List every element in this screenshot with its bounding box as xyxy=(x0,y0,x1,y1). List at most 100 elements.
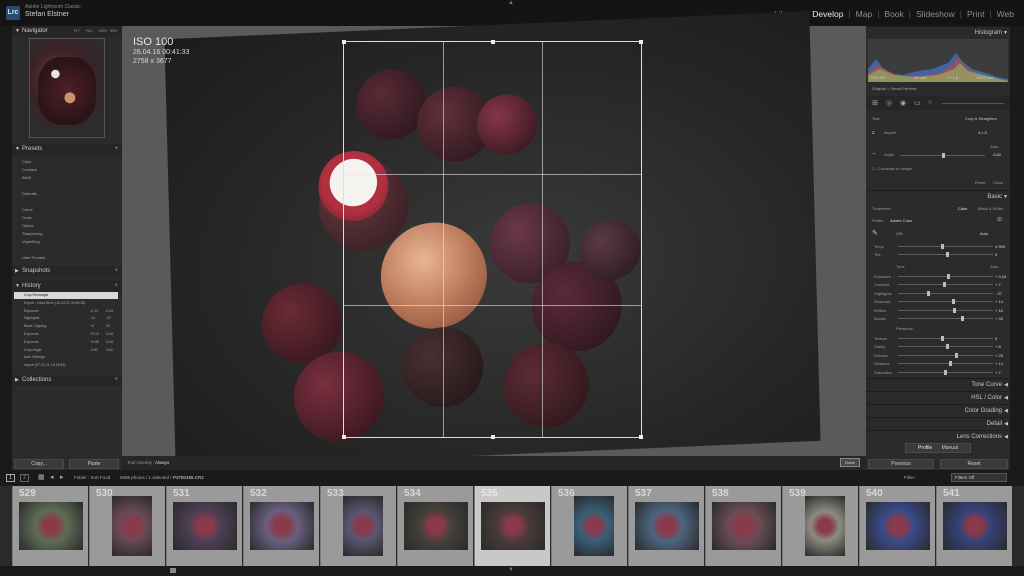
thumbnail[interactable] xyxy=(574,496,614,556)
filmstrip-cell[interactable]: 532 xyxy=(243,486,319,566)
treatment-color[interactable]: Color xyxy=(958,206,968,211)
collections-header[interactable]: ▶ Collections + xyxy=(12,375,122,386)
grid-view-icon[interactable]: ▦ xyxy=(38,473,45,481)
slider-value[interactable]: 0 xyxy=(995,336,997,341)
history-step[interactable]: Crop Rectangle xyxy=(14,292,118,299)
navigator-preview[interactable] xyxy=(29,38,105,138)
treatment-bw[interactable]: Black & White xyxy=(978,206,1003,211)
history-step[interactable]: Black Clipping +4 33 xyxy=(14,323,118,330)
red-eye-icon[interactable]: ◉ xyxy=(900,99,906,107)
slider-value[interactable]: + 33 xyxy=(995,316,1003,321)
forward-icon[interactable]: ▸ xyxy=(60,473,64,481)
navigator-header[interactable]: ▼ Navigator FIT FILL 100% 33% xyxy=(12,26,122,37)
preset-group[interactable]: Grain xyxy=(22,215,32,220)
crop-close-button[interactable]: Close xyxy=(993,180,1003,185)
previous-button[interactable]: Previous xyxy=(868,459,934,469)
thumbnail[interactable] xyxy=(343,496,383,556)
section-header[interactable]: HSL / Color ◀ xyxy=(866,391,1010,403)
slider-knob[interactable] xyxy=(953,307,957,313)
preset-group[interactable]: Optics xyxy=(22,223,33,228)
history-step[interactable]: Exposure +0.56 0.04 xyxy=(14,339,118,346)
thumbnail[interactable] xyxy=(481,502,545,550)
zoom-100[interactable]: 100% xyxy=(98,26,107,37)
thumbnail[interactable] xyxy=(635,502,699,550)
preset-group[interactable]: Sharpening xyxy=(22,231,42,236)
filmstrip-cell[interactable]: 541 xyxy=(936,486,1012,566)
adjust-slider[interactable] xyxy=(898,252,993,257)
clear-history-icon[interactable]: × xyxy=(114,281,118,292)
crop-handle[interactable] xyxy=(639,435,643,439)
zoom-fill[interactable]: FILL xyxy=(86,26,93,37)
crop-overlay[interactable] xyxy=(342,40,643,439)
thumbnail[interactable] xyxy=(712,502,776,550)
angle-slider-knob[interactable] xyxy=(942,153,945,158)
add-snapshot-icon[interactable]: + xyxy=(114,266,118,277)
slider-knob[interactable] xyxy=(949,361,953,367)
slider-knob[interactable] xyxy=(960,316,964,321)
snapshots-header[interactable]: ▶ Snapshots + xyxy=(12,266,122,277)
history-step[interactable]: Highlights -14 -37 xyxy=(14,315,118,322)
slider-value[interactable]: + 14 xyxy=(995,361,1003,366)
module-slideshow[interactable]: Slideshow xyxy=(916,9,955,19)
adjust-slider[interactable] xyxy=(898,307,993,313)
preset-group[interactable]: User Presets xyxy=(22,255,45,260)
thumbnail[interactable] xyxy=(250,502,314,550)
source-path[interactable]: Folder : Sort Food xyxy=(74,475,110,480)
section-header[interactable]: Tone Curve ◀ xyxy=(866,378,1010,390)
filmstrip-cell[interactable]: 530 xyxy=(89,486,165,566)
history-step[interactable]: Import (27.02.21 18:13:54) xyxy=(14,362,118,369)
reset-button[interactable]: Reset xyxy=(940,459,1008,469)
module-print[interactable]: Print xyxy=(967,9,984,19)
adjust-slider[interactable] xyxy=(898,352,993,358)
preset-group[interactable]: B&W xyxy=(22,175,31,180)
slider-knob[interactable] xyxy=(942,282,946,288)
slider-knob[interactable] xyxy=(955,352,958,358)
adjust-slider[interactable] xyxy=(898,274,993,279)
adjust-slider[interactable] xyxy=(898,344,993,350)
thumbnail[interactable] xyxy=(943,502,1007,550)
adjust-slider[interactable] xyxy=(898,369,993,375)
constrain-checkbox[interactable]: ☐ xyxy=(872,166,876,171)
zoom-fit[interactable]: FIT xyxy=(74,26,79,37)
slider-knob[interactable] xyxy=(943,369,947,375)
slider-knob[interactable] xyxy=(945,252,949,257)
add-preset-icon[interactable]: + xyxy=(114,144,118,155)
filmstrip-cell[interactable]: 536 xyxy=(551,486,627,566)
crop-handle[interactable] xyxy=(491,435,495,439)
aspect-select[interactable]: 4 x 5 xyxy=(978,130,987,135)
add-collection-icon[interactable]: + xyxy=(114,375,118,386)
history-step[interactable]: Export - Hard Drive (16.03.21 09:46:18) xyxy=(14,300,118,307)
crop-reset-button[interactable]: Reset xyxy=(975,180,985,185)
slider-value[interactable]: + 16 xyxy=(995,308,1003,313)
profile-browser-icon[interactable]: ⊞ xyxy=(997,216,1002,223)
angle-value[interactable]: -3.62 xyxy=(992,152,1001,157)
slider-value[interactable]: + 8 xyxy=(995,344,1001,349)
thumbnail[interactable] xyxy=(112,496,152,556)
filmstrip-cell[interactable]: 533 xyxy=(320,486,396,566)
filmstrip-scrollbar[interactable]: ▼ xyxy=(0,566,1024,576)
slider-value[interactable]: - 37 xyxy=(995,291,1002,296)
history-header[interactable]: ▼ History × xyxy=(12,281,122,292)
profile-select[interactable]: Adobe Color xyxy=(890,218,912,223)
thumbnail[interactable] xyxy=(173,502,237,550)
basic-header[interactable]: Basic ▼ xyxy=(866,190,1010,202)
history-step[interactable]: Exposure +0.10 0.04 xyxy=(14,331,118,338)
angle-slider[interactable] xyxy=(900,153,985,158)
adjust-slider[interactable] xyxy=(898,244,993,249)
histogram[interactable]: ISO 100 35 mm f / 1,8 1/800 sec xyxy=(868,39,1008,82)
filmstrip-cell[interactable]: 538 xyxy=(705,486,781,566)
scrollbar-thumb[interactable] xyxy=(170,568,176,573)
radial-filter-icon[interactable]: ○ xyxy=(928,99,932,106)
slider-knob[interactable] xyxy=(947,274,951,279)
slider-knob[interactable] xyxy=(940,244,944,249)
straighten-tool-icon[interactable]: ⊸ xyxy=(872,151,875,156)
spot-removal-icon[interactable]: ◎ xyxy=(886,99,892,107)
crop-handle[interactable] xyxy=(491,40,495,44)
adjust-slider[interactable] xyxy=(898,316,993,321)
histogram-header[interactable]: Histogram ▼ xyxy=(866,26,1010,38)
crop-handle[interactable] xyxy=(342,40,346,44)
filter-select[interactable]: Filters Off xyxy=(951,473,1007,482)
slider-value[interactable]: 0 xyxy=(995,252,997,257)
section-header[interactable]: Color Grading ◀ xyxy=(866,404,1010,416)
graduated-filter-icon[interactable]: ▭ xyxy=(914,99,921,107)
